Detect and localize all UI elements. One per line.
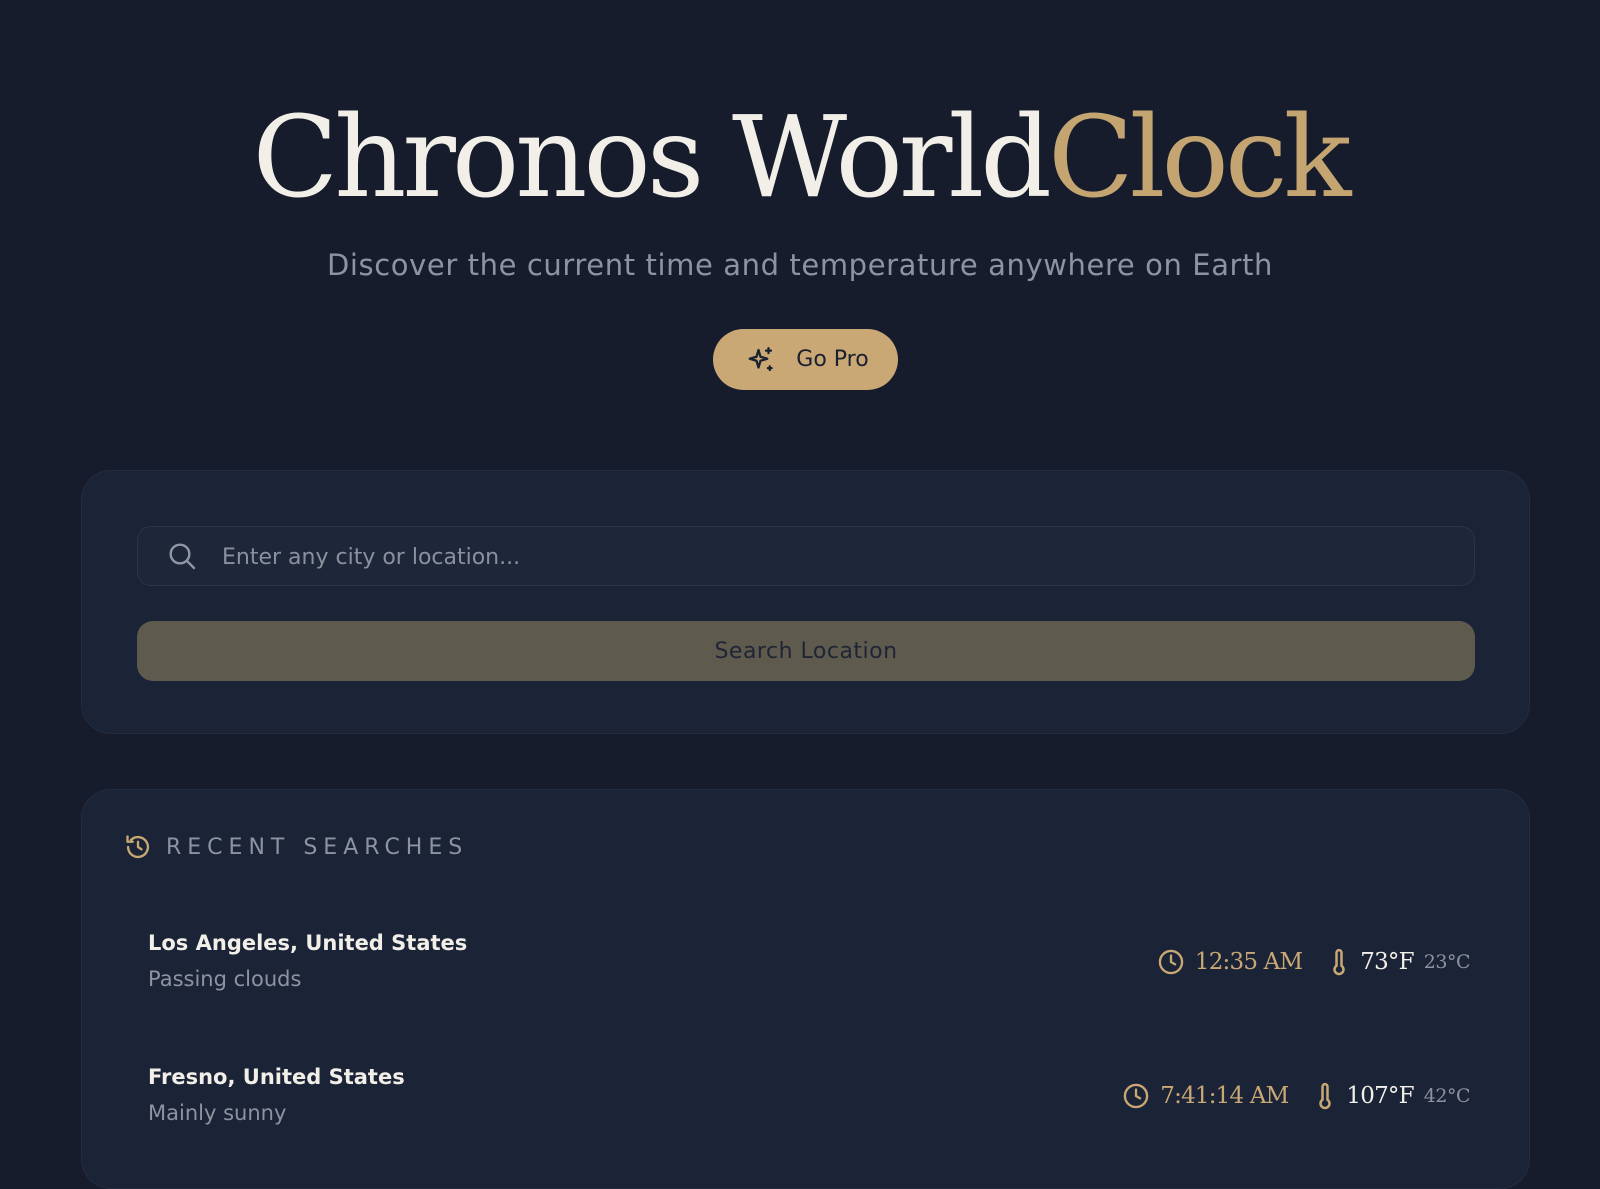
- go-pro-button[interactable]: Go Pro: [713, 329, 898, 390]
- app-subtitle: Discover the current time and temperatur…: [326, 248, 1274, 282]
- clock-icon: [1158, 949, 1184, 975]
- recent-search-item[interactable]: Los Angeles, United States Passing cloud…: [132, 919, 1482, 1009]
- recent-searches-card: RECENT SEARCHES Los Angeles, United Stat…: [81, 789, 1530, 1189]
- search-location-button[interactable]: Search Location: [137, 621, 1475, 681]
- app-title-accent: Clock: [1047, 93, 1352, 223]
- history-icon: [126, 835, 150, 859]
- search-card: Search Location: [81, 470, 1530, 734]
- recent-item-time: 12:35 AM: [1194, 949, 1303, 975]
- app-title-primary: Chronos World: [252, 93, 1052, 223]
- recent-item-time: 7:41:14 AM: [1160, 1083, 1289, 1109]
- thermometer-icon: [1333, 948, 1345, 976]
- sparkles-icon: [748, 346, 774, 371]
- recent-item-condition: Mainly sunny: [148, 1101, 287, 1125]
- recent-searches-header: RECENT SEARCHES: [124, 833, 468, 861]
- recent-search-item[interactable]: Fresno, United States Mainly sunny 7:41:…: [132, 1053, 1482, 1143]
- app-title: Chronos WorldClock: [0, 88, 1600, 228]
- recent-searches-heading: RECENT SEARCHES: [166, 834, 469, 860]
- recent-item-meta: 7:41:14 AM 107°F 42°C: [1122, 1081, 1471, 1111]
- recent-item-condition: Passing clouds: [148, 967, 302, 991]
- search-input[interactable]: [220, 527, 1454, 587]
- clock-icon: [1124, 1083, 1149, 1109]
- recent-item-temp-f: 73°F: [1360, 949, 1414, 975]
- recent-item-meta: 12:35 AM 73°F 23°C: [1157, 947, 1471, 977]
- thermometer-icon: [1319, 1082, 1332, 1110]
- recent-item-temp-f: 107°F: [1346, 1083, 1414, 1109]
- go-pro-label: Go Pro: [796, 347, 869, 372]
- recent-item-temp-c: 42°C: [1423, 1085, 1471, 1107]
- recent-item-city: Los Angeles, United States: [148, 931, 468, 955]
- recent-item-temp-c: 23°C: [1423, 951, 1471, 973]
- recent-item-city: Fresno, United States: [148, 1065, 405, 1089]
- search-field[interactable]: [137, 526, 1475, 587]
- search-icon: [169, 543, 196, 570]
